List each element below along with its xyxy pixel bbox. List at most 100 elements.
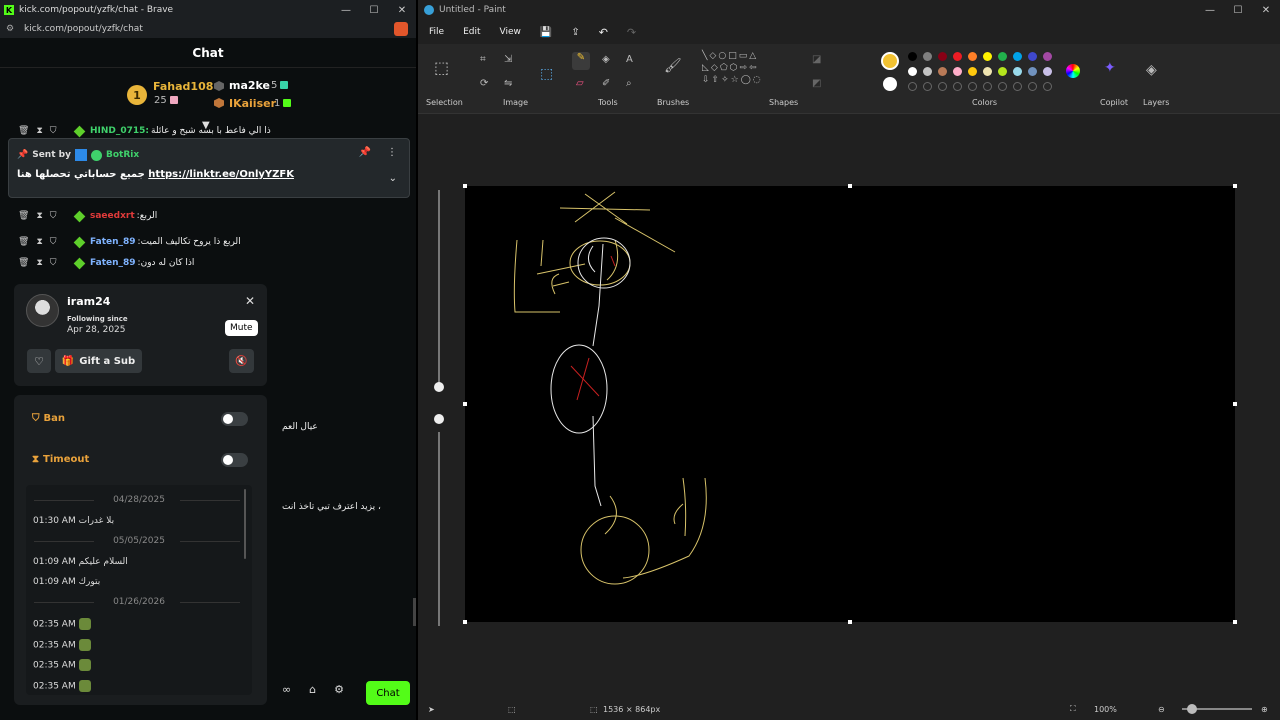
close-button[interactable]: ✕ bbox=[388, 0, 416, 20]
custom-color-slot[interactable] bbox=[968, 82, 977, 91]
share-icon[interactable]: ⇪ bbox=[571, 27, 579, 38]
layers-icon[interactable]: ◈ bbox=[1146, 62, 1157, 78]
fill-icon[interactable]: ◈ bbox=[602, 54, 610, 65]
user-card-username[interactable]: iram24 bbox=[67, 295, 110, 308]
resize-handle[interactable] bbox=[1233, 620, 1237, 624]
zoom-in-icon[interactable]: ⊕ bbox=[1261, 705, 1268, 714]
opacity-slider[interactable] bbox=[438, 432, 440, 626]
palette-color-swatch[interactable] bbox=[953, 67, 962, 76]
palette-color-swatch[interactable] bbox=[998, 67, 1007, 76]
ban-icon[interactable]: ⛉ bbox=[50, 237, 57, 247]
close-icon[interactable]: ✕ bbox=[245, 294, 255, 308]
copilot-icon[interactable]: ✦ bbox=[1104, 60, 1116, 76]
brush-size-knob[interactable] bbox=[434, 382, 444, 392]
unpin-icon[interactable]: 📌 bbox=[359, 147, 371, 158]
minimize-button[interactable]: — bbox=[1196, 0, 1224, 20]
leaderboard-first-name[interactable]: Fahad108 bbox=[153, 80, 213, 93]
timeout-toggle[interactable] bbox=[221, 453, 248, 467]
chevron-down-icon[interactable]: ⌄ bbox=[389, 173, 397, 184]
leaderboard-second-name[interactable]: ma2ke bbox=[229, 79, 270, 92]
image-remove-bg-icon[interactable]: ⬚ bbox=[540, 66, 553, 82]
message-username[interactable]: Faten_89 bbox=[90, 237, 136, 247]
selection-icon[interactable]: ⬚ bbox=[434, 58, 449, 77]
custom-color-slot[interactable] bbox=[938, 82, 947, 91]
palette-color-swatch[interactable] bbox=[908, 52, 917, 61]
resize-handle[interactable] bbox=[848, 620, 852, 624]
menu-view[interactable]: View bbox=[500, 27, 521, 37]
color-picker-icon[interactable]: ✐ bbox=[602, 78, 610, 89]
custom-color-slot[interactable] bbox=[908, 82, 917, 91]
resize-handle[interactable] bbox=[848, 184, 852, 188]
palette-color-swatch[interactable] bbox=[968, 67, 977, 76]
opacity-knob[interactable] bbox=[434, 414, 444, 424]
color-2-swatch[interactable] bbox=[883, 77, 897, 91]
palette-color-swatch[interactable] bbox=[1013, 52, 1022, 61]
store-icon[interactable]: ⌂ bbox=[309, 683, 316, 696]
site-settings-icon[interactable]: ⚙ bbox=[6, 24, 16, 34]
zoom-knob[interactable] bbox=[1187, 704, 1197, 714]
ban-icon[interactable]: ⛉ bbox=[50, 258, 57, 268]
maximize-button[interactable]: ☐ bbox=[1224, 0, 1252, 20]
palette-color-swatch[interactable] bbox=[1028, 67, 1037, 76]
timeout-icon[interactable]: ⧗ bbox=[36, 126, 42, 136]
maximize-button[interactable]: ☐ bbox=[360, 0, 388, 20]
message-username[interactable]: Faten_89 bbox=[90, 258, 136, 268]
palette-color-swatch[interactable] bbox=[953, 52, 962, 61]
delete-icon[interactable]: 🗑 bbox=[18, 237, 29, 247]
bot-name[interactable]: BotRix bbox=[106, 150, 139, 160]
mute-button[interactable]: 🔇 bbox=[229, 349, 254, 373]
custom-color-slot[interactable] bbox=[1013, 82, 1022, 91]
more-options-icon[interactable]: ⋮ bbox=[387, 147, 397, 158]
custom-color-slot[interactable] bbox=[1028, 82, 1037, 91]
delete-icon[interactable]: 🗑 bbox=[18, 211, 29, 221]
palette-color-swatch[interactable] bbox=[1013, 67, 1022, 76]
crop-icon[interactable]: ⌗ bbox=[480, 54, 486, 65]
palette-color-swatch[interactable] bbox=[1043, 67, 1052, 76]
color-1-swatch[interactable] bbox=[881, 52, 899, 70]
ban-icon[interactable]: ⛉ bbox=[50, 126, 57, 136]
palette-color-swatch[interactable] bbox=[998, 52, 1007, 61]
custom-color-slot[interactable] bbox=[923, 82, 932, 91]
save-icon[interactable]: 💾 bbox=[540, 27, 552, 38]
pencil-icon[interactable]: ✎ bbox=[572, 52, 590, 70]
message-username[interactable]: saeedxrt bbox=[90, 211, 135, 221]
palette-color-swatch[interactable] bbox=[983, 52, 992, 61]
drawing-canvas[interactable] bbox=[465, 186, 1235, 622]
leaderboard-third-name[interactable]: IKaiiser bbox=[229, 97, 276, 110]
flip-icon[interactable]: ⇋ bbox=[504, 78, 512, 89]
timeout-icon[interactable]: ⧗ bbox=[36, 211, 42, 221]
scrollbar[interactable] bbox=[413, 598, 416, 626]
rotate-icon[interactable]: ⟳ bbox=[480, 78, 488, 89]
close-button[interactable]: ✕ bbox=[1252, 0, 1280, 20]
shapes-gallery[interactable]: ╲◇○□▭△ ◺◇⬠⬡⇨⇦ ⇩⇧✧☆◯◌ bbox=[702, 50, 794, 86]
palette-color-swatch[interactable] bbox=[983, 67, 992, 76]
timeout-icon[interactable]: ⧗ bbox=[36, 237, 42, 247]
message-history[interactable]: 04/28/2025 01:30 AM بلا غدرات 05/05/2025… bbox=[26, 485, 252, 695]
palette-color-swatch[interactable] bbox=[1043, 52, 1052, 61]
resize-handle[interactable] bbox=[1233, 184, 1237, 188]
follow-heart-button[interactable]: ♡ bbox=[27, 349, 51, 373]
text-icon[interactable]: A bbox=[626, 54, 633, 65]
message-username[interactable]: HIND_0715: bbox=[90, 126, 149, 136]
gift-sub-button[interactable]: 🎁 Gift a Sub bbox=[55, 349, 142, 373]
resize-handle[interactable] bbox=[463, 184, 467, 188]
custom-color-slot[interactable] bbox=[983, 82, 992, 91]
custom-color-slot[interactable] bbox=[998, 82, 1007, 91]
resize-handle[interactable] bbox=[463, 402, 467, 406]
zoom-out-icon[interactable]: ⊖ bbox=[1158, 705, 1165, 714]
brave-shield-icon[interactable] bbox=[394, 22, 408, 36]
zoom-level[interactable]: 100% bbox=[1094, 705, 1117, 714]
menu-file[interactable]: File bbox=[429, 27, 444, 37]
custom-color-slot[interactable] bbox=[1043, 82, 1052, 91]
brush-icon[interactable]: 🖌 bbox=[664, 58, 682, 74]
resize-handle[interactable] bbox=[1233, 402, 1237, 406]
menu-edit[interactable]: Edit bbox=[463, 27, 480, 37]
pinned-link[interactable]: https://linktr.ee/OnlyYZFK bbox=[148, 169, 294, 180]
fit-window-icon[interactable]: ⛶ bbox=[1070, 704, 1076, 714]
palette-color-swatch[interactable] bbox=[968, 52, 977, 61]
timeout-icon[interactable]: ⧗ bbox=[36, 258, 42, 268]
edit-colors-icon[interactable] bbox=[1066, 64, 1080, 78]
resize-icon[interactable]: ⇲ bbox=[504, 54, 512, 65]
palette-color-swatch[interactable] bbox=[923, 67, 932, 76]
ban-toggle[interactable] bbox=[221, 412, 248, 426]
